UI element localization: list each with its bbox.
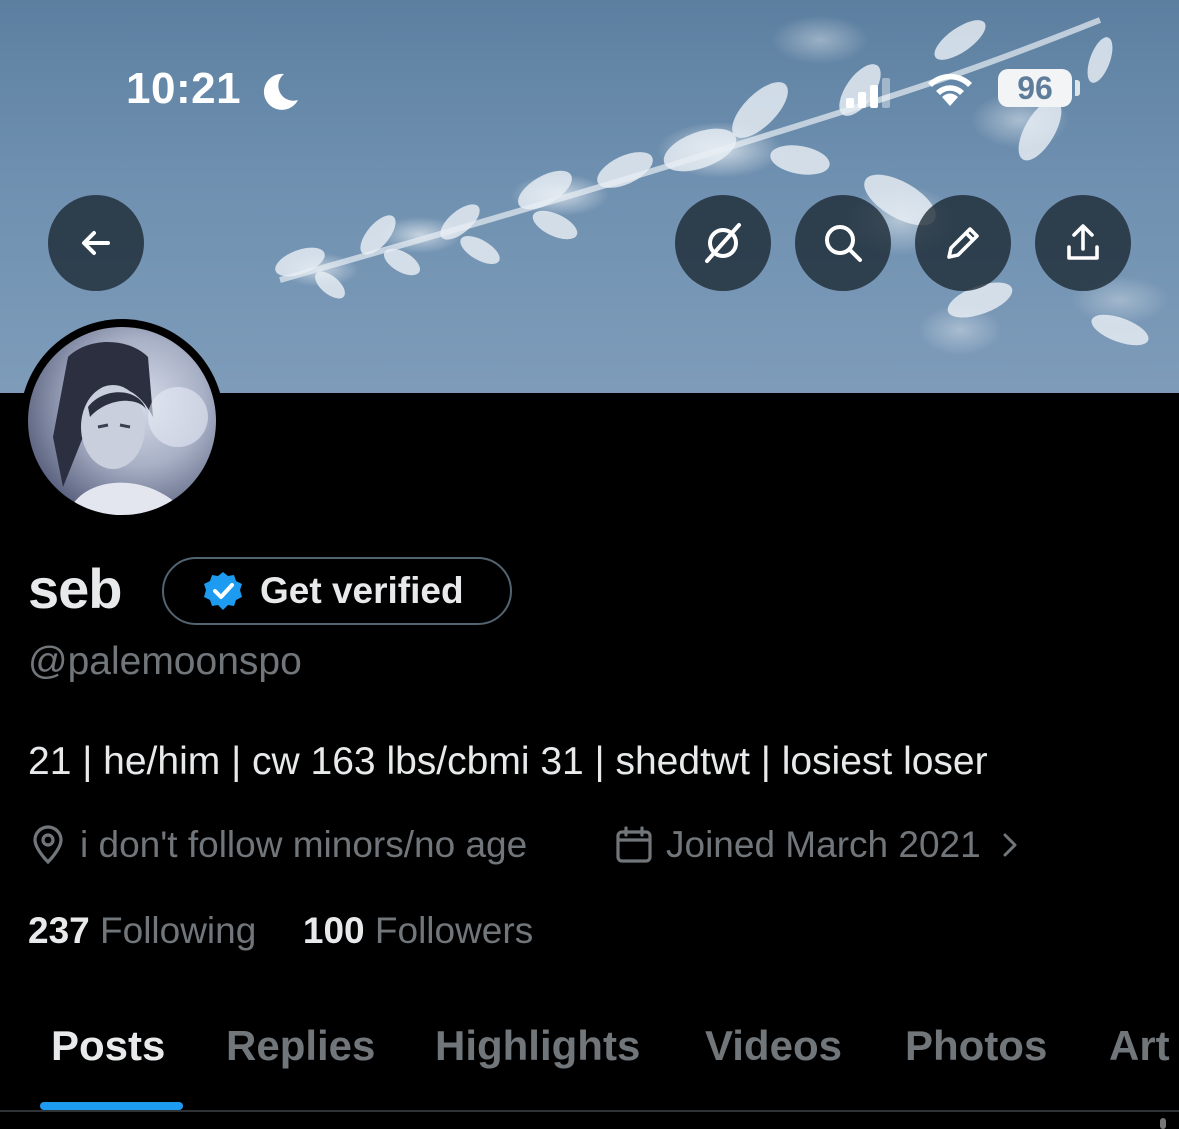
location: i don't follow minors/no age (28, 824, 527, 866)
joined-date[interactable]: Joined March 2021 (614, 824, 1023, 866)
battery-indicator: 96 (998, 69, 1072, 107)
share-icon (1067, 224, 1099, 260)
chevron-right-icon (1003, 833, 1017, 857)
verified-badge-icon (204, 572, 242, 610)
grok-icon (705, 223, 741, 263)
tab-highlights[interactable]: Highlights (435, 1022, 640, 1070)
tab-videos[interactable]: Videos (705, 1022, 842, 1070)
get-verified-label: Get verified (260, 570, 464, 611)
following-link[interactable]: 237 Following (28, 910, 256, 951)
handle: @palemoonspo (28, 640, 302, 683)
edit-button[interactable] (915, 195, 1011, 291)
active-tab-indicator (40, 1102, 183, 1110)
followers-link[interactable]: 100 Followers (303, 910, 533, 951)
joined-text: Joined March 2021 (666, 824, 981, 865)
following-label: Following (100, 910, 257, 951)
cellular-signal-icon (846, 78, 890, 108)
calendar-icon (616, 826, 652, 863)
display-name: seb (28, 557, 122, 620)
location-text: i don't follow minors/no age (80, 824, 528, 865)
followers-count: 100 (302, 910, 365, 951)
bio: 21 | he/him | cw 163 lbs/cbmi 31 | shedt… (28, 740, 988, 783)
location-pin-icon (33, 825, 63, 865)
moon-icon (263, 73, 298, 110)
status-time: 10:21 (126, 64, 242, 113)
back-button[interactable] (48, 195, 144, 291)
search-icon (825, 225, 862, 262)
follow-counts: 237 Following 100 Followers (28, 910, 533, 952)
grok-button[interactable] (675, 195, 771, 291)
followers-label: Followers (374, 910, 534, 951)
tab-posts[interactable]: Posts (51, 1022, 165, 1070)
battery-cap (1075, 80, 1080, 96)
wifi-icon (928, 73, 972, 106)
tab-replies[interactable]: Replies (226, 1022, 375, 1070)
arrow-left-icon (82, 231, 110, 255)
search-button[interactable] (795, 195, 891, 291)
avatar-image (28, 327, 216, 515)
share-button[interactable] (1035, 195, 1131, 291)
avatar[interactable] (20, 319, 224, 523)
get-verified-button[interactable]: Get verified (162, 557, 512, 625)
tab-art[interactable]: Art (1109, 1022, 1170, 1070)
pencil-icon (947, 227, 979, 259)
scroll-indicator (1160, 1118, 1166, 1129)
tabs-divider (0, 1110, 1179, 1112)
following-count: 237 (28, 910, 90, 951)
tab-photos[interactable]: Photos (905, 1022, 1047, 1070)
